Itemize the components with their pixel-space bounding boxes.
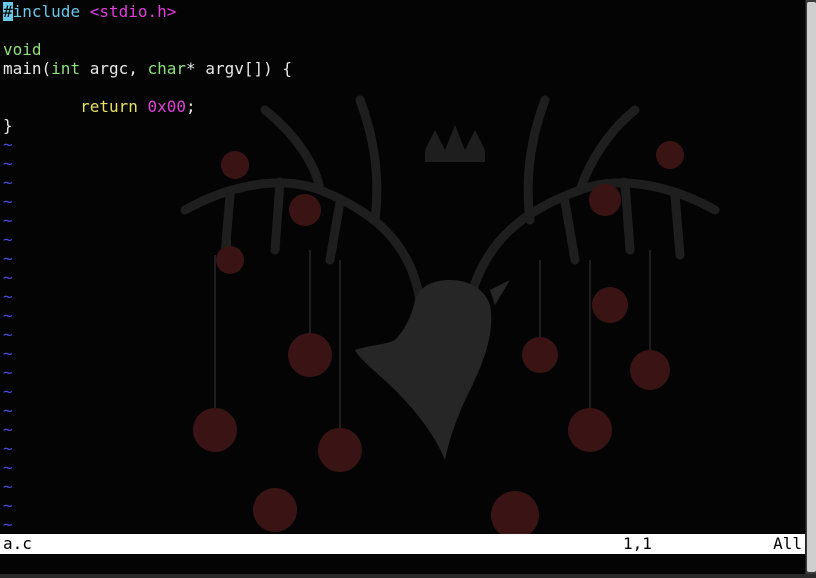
tilde-marker: ~ (3, 363, 13, 382)
tilde-marker: ~ (3, 477, 13, 496)
return-value: 0x00 (147, 97, 187, 116)
code-editor[interactable]: #include <stdio.h> void main(int argc, c… (3, 2, 803, 534)
status-bar: a.c 1,1 All (0, 534, 805, 554)
tilde-marker: ~ (3, 173, 13, 192)
tilde-marker: ~ (3, 515, 13, 534)
include-header: <stdio.h> (89, 2, 177, 21)
tilde-marker: ~ (3, 325, 13, 344)
code-line: void (3, 40, 803, 59)
preprocessor-directive: include (12, 2, 81, 21)
tilde-marker: ~ (3, 230, 13, 249)
tilde-marker: ~ (3, 344, 13, 363)
tilde-marker: ~ (3, 287, 13, 306)
tilde-marker: ~ (3, 401, 13, 420)
tilde-marker: ~ (3, 382, 13, 401)
code-line: } (3, 116, 13, 135)
empty-buffer-lines: ~ ~ ~ ~ ~ ~ ~ ~ ~ ~ ~ ~ ~ ~ ~ ~ ~ ~ ~ ~ ~ (3, 135, 803, 534)
status-cursor-position: 1,1 (623, 534, 652, 553)
tilde-marker: ~ (3, 249, 13, 268)
code-line: #include <stdio.h> (3, 2, 803, 21)
tilde-marker: ~ (3, 268, 13, 287)
code-line: main(int argc, char* argv[]) { (3, 59, 293, 78)
scrollbar-thumb[interactable] (807, 2, 816, 572)
terminal-window[interactable]: #include <stdio.h> void main(int argc, c… (0, 0, 805, 574)
status-filename: a.c (3, 534, 32, 553)
tilde-marker: ~ (3, 420, 13, 439)
tilde-marker: ~ (3, 439, 13, 458)
tilde-marker: ~ (3, 192, 13, 211)
tilde-marker: ~ (3, 496, 13, 515)
tilde-marker: ~ (3, 154, 13, 173)
tilde-marker: ~ (3, 211, 13, 230)
code-line: return 0x00; (80, 97, 196, 116)
tilde-marker: ~ (3, 306, 13, 325)
status-scroll-indicator: All (773, 534, 802, 553)
return-type: void (3, 40, 42, 59)
tilde-marker: ~ (3, 458, 13, 477)
cursor: # (3, 2, 13, 21)
tilde-marker: ~ (3, 135, 13, 154)
return-keyword: return (80, 97, 138, 116)
vertical-scrollbar[interactable] (805, 0, 816, 574)
